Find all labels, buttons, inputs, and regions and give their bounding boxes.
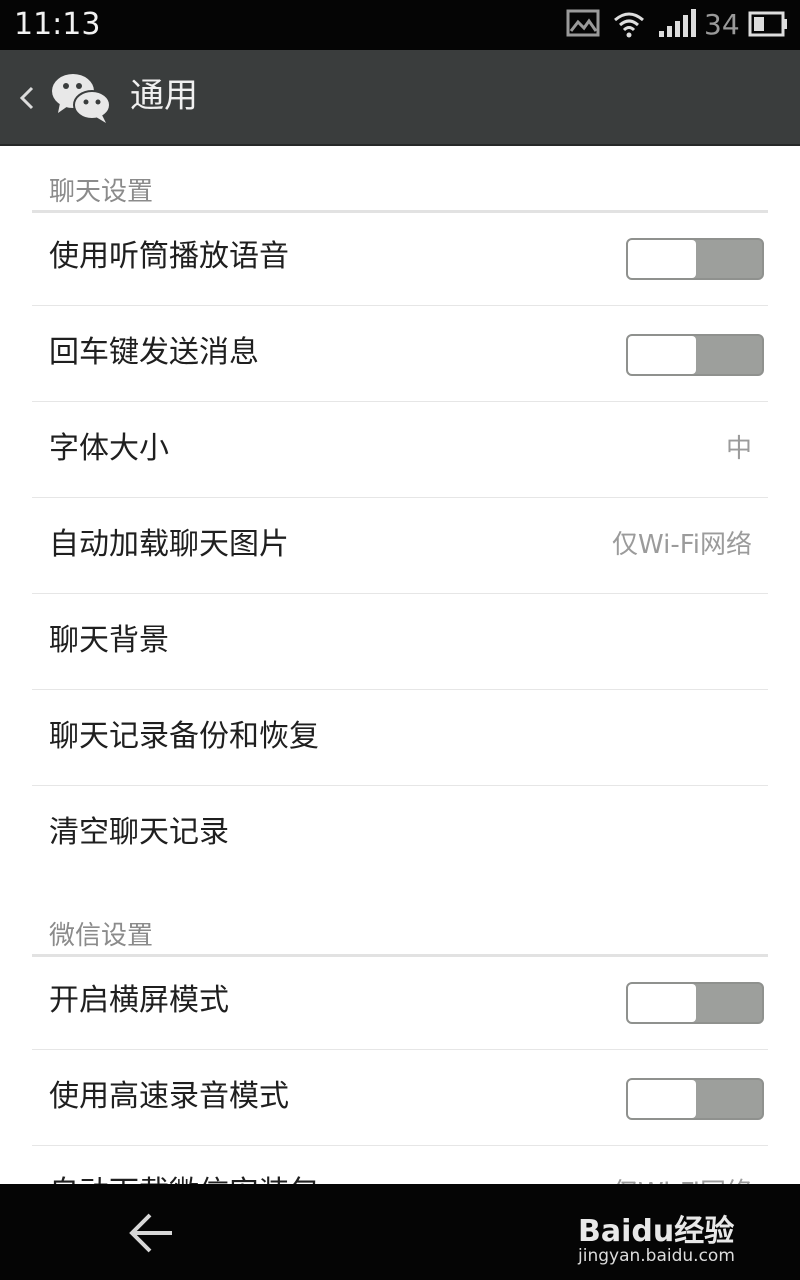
toggle-knob bbox=[628, 984, 696, 1022]
setting-label: 自动下载微信安装包 bbox=[49, 1173, 319, 1184]
chevron-left-icon[interactable] bbox=[16, 78, 38, 118]
watermark-main: Baidu经验 bbox=[578, 1214, 735, 1249]
setting-label: 聊天背景 bbox=[49, 623, 169, 658]
toggle-knob bbox=[628, 1080, 696, 1118]
wifi-icon bbox=[612, 9, 646, 43]
setting-label: 清空聊天记录 bbox=[49, 815, 229, 850]
baidu-jingyan-watermark: Baidu经验 jingyan.baidu.com bbox=[576, 1206, 756, 1270]
setting-value: 仅Wi-Fi网络 bbox=[611, 530, 752, 560]
setting-label: 聊天记录备份和恢复 bbox=[49, 719, 319, 754]
setting-auto-load-images[interactable]: 自动加载聊天图片 仅Wi-Fi网络 bbox=[32, 497, 768, 594]
toggle-knob bbox=[628, 240, 696, 278]
setting-earpiece-playback[interactable]: 使用听筒播放语音 bbox=[32, 209, 768, 306]
setting-font-size[interactable]: 字体大小 中 bbox=[32, 401, 768, 498]
battery-icon bbox=[748, 11, 788, 41]
settings-list[interactable]: 聊天设置 使用听筒播放语音 回车键发送消息 字体大小 中 自动加载聊天图片 仅W… bbox=[0, 146, 800, 1184]
setting-value: 仅Wi-Fi网络 bbox=[612, 1175, 752, 1184]
section-header-wechat: 微信设置 bbox=[32, 890, 768, 957]
watermark-url: jingyan.baidu.com bbox=[578, 1246, 735, 1266]
battery-percent: 34 bbox=[704, 8, 740, 41]
setting-chat-background[interactable]: 聊天背景 bbox=[32, 593, 768, 690]
setting-label: 回车键发送消息 bbox=[49, 335, 259, 370]
wechat-logo-icon bbox=[50, 69, 112, 129]
status-bar: 11:13 34 bbox=[0, 0, 800, 50]
setting-label: 使用听筒播放语音 bbox=[49, 239, 289, 274]
back-arrow-icon[interactable] bbox=[128, 1212, 176, 1258]
setting-chat-backup-restore[interactable]: 聊天记录备份和恢复 bbox=[32, 689, 768, 786]
page-title: 通用 bbox=[130, 76, 198, 116]
action-bar: 通用 bbox=[0, 50, 800, 146]
status-time: 11:13 bbox=[14, 7, 101, 42]
setting-auto-download-installer[interactable]: 自动下载微信安装包 仅Wi-Fi网络 bbox=[32, 1145, 768, 1184]
high-speed-recording-toggle[interactable] bbox=[626, 1078, 764, 1120]
enter-send-toggle[interactable] bbox=[626, 334, 764, 376]
section-header-chat: 聊天设置 bbox=[32, 146, 768, 213]
section-header-label: 微信设置 bbox=[49, 921, 154, 951]
setting-landscape-mode[interactable]: 开启横屏模式 bbox=[32, 953, 768, 1050]
setting-high-speed-recording[interactable]: 使用高速录音模式 bbox=[32, 1049, 768, 1146]
setting-label: 字体大小 bbox=[49, 431, 169, 466]
earpiece-toggle[interactable] bbox=[626, 238, 764, 280]
setting-label: 使用高速录音模式 bbox=[49, 1079, 289, 1114]
section-header-label: 聊天设置 bbox=[49, 177, 154, 207]
setting-label: 开启横屏模式 bbox=[49, 983, 229, 1018]
setting-clear-chat-history[interactable]: 清空聊天记录 bbox=[32, 785, 768, 881]
landscape-toggle[interactable] bbox=[626, 982, 764, 1024]
navigation-bar: Baidu经验 jingyan.baidu.com bbox=[0, 1184, 800, 1280]
setting-label: 自动加载聊天图片 bbox=[49, 527, 289, 562]
setting-enter-to-send[interactable]: 回车键发送消息 bbox=[32, 305, 768, 402]
image-notification-icon bbox=[566, 9, 600, 41]
setting-value: 中 bbox=[725, 434, 752, 464]
signal-icon bbox=[658, 9, 698, 43]
toggle-knob bbox=[628, 336, 696, 374]
